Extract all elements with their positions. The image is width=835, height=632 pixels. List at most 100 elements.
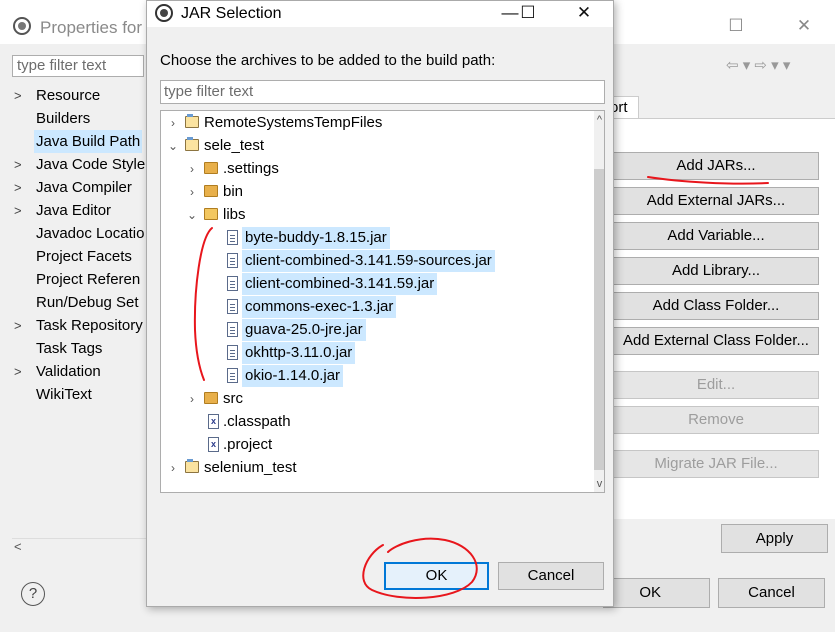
xml-file-icon: x xyxy=(208,437,219,452)
chevron-right-icon[interactable]: > xyxy=(14,84,28,107)
tree-node[interactable]: › src xyxy=(161,388,591,410)
chevron-right-icon[interactable]: > xyxy=(14,153,28,176)
tree-node[interactable]: ⌄ sele_test xyxy=(161,135,591,157)
category-item[interactable]: > Java Compiler xyxy=(14,176,149,199)
help-icon[interactable]: ? xyxy=(21,582,45,606)
tree-node[interactable]: byte-buddy-1.8.15.jar xyxy=(161,227,591,249)
chevron-right-icon[interactable]: › xyxy=(167,112,179,134)
category-item-label: Project Facets xyxy=(36,248,132,265)
properties-maximize-button[interactable]: ☐ xyxy=(722,16,750,36)
project-folder-icon xyxy=(185,459,199,473)
category-item[interactable]: > Java Editor xyxy=(14,199,149,222)
build-path-action-button[interactable]: Add Variable... xyxy=(613,222,819,250)
tree-node[interactable]: ⌄ libs xyxy=(161,204,591,226)
category-item[interactable]: Project Facets xyxy=(14,245,149,268)
category-item[interactable]: Run/Debug Set xyxy=(14,291,149,314)
category-item[interactable]: Task Tags xyxy=(14,337,149,360)
dialog-maximize-button[interactable]: ☐ xyxy=(511,3,545,23)
build-path-action-button[interactable]: Add JARs... xyxy=(613,152,819,180)
tree-node[interactable]: client-combined-3.141.59.jar xyxy=(161,273,591,295)
folder-icon xyxy=(204,185,218,197)
chevron-right-icon[interactable]: > xyxy=(14,314,28,337)
jar-file-icon xyxy=(227,299,238,314)
chevron-right-icon[interactable]: › xyxy=(186,181,198,203)
tree-node[interactable]: guava-25.0-jre.jar xyxy=(161,319,591,341)
category-item[interactable]: WikiText xyxy=(14,383,149,406)
tree-node-label: okhttp-3.11.0.jar xyxy=(242,342,356,364)
properties-filter-input[interactable]: type filter text xyxy=(12,55,144,77)
dialog-close-button[interactable]: ✕ xyxy=(567,3,601,23)
jar-selection-dialog: JAR Selection — ☐ ✕ Choose the archives … xyxy=(146,0,614,607)
nav-arrows[interactable]: ⇦ ▾ ⇨ ▾ ▾ xyxy=(726,56,790,74)
xml-file-icon: x xyxy=(208,414,219,429)
dialog-ok-button[interactable]: OK xyxy=(384,562,489,590)
build-path-action-button[interactable]: Edit... xyxy=(613,371,819,399)
build-path-action-button[interactable]: Add External Class Folder... xyxy=(613,327,819,355)
tree-node[interactable]: client-combined-3.141.59-sources.jar xyxy=(161,250,591,272)
category-item[interactable]: > Validation xyxy=(14,360,149,383)
tree-node-label: guava-25.0-jre.jar xyxy=(242,319,366,341)
dialog-titlebar: JAR Selection — ☐ ✕ xyxy=(147,1,613,27)
scroll-up-arrow-icon[interactable]: ^ xyxy=(594,114,604,126)
build-path-action-button[interactable]: Migrate JAR File... xyxy=(613,450,819,478)
dialog-filter-input[interactable]: type filter text xyxy=(160,80,605,104)
chevron-right-icon[interactable]: › xyxy=(186,158,198,180)
category-item-label: WikiText xyxy=(36,386,92,403)
properties-ok-button[interactable]: OK xyxy=(603,578,710,608)
category-item[interactable]: > Java Code Style xyxy=(14,153,149,176)
project-folder-icon xyxy=(185,114,199,128)
properties-category-tree: > Resource Builders Java Build Path > Java Co… xyxy=(14,84,149,406)
tree-vertical-scrollbar[interactable]: ^ v xyxy=(594,111,604,492)
tree-node[interactable]: okhttp-3.11.0.jar xyxy=(161,342,591,364)
tree-node-label: commons-exec-1.3.jar xyxy=(242,296,397,318)
category-item[interactable]: Javadoc Locatio xyxy=(14,222,149,245)
scroll-left-arrow-icon[interactable]: < xyxy=(14,539,22,554)
chevron-down-icon[interactable]: ⌄ xyxy=(167,135,179,157)
tree-node-label: RemoteSystemsTempFiles xyxy=(204,114,383,131)
tree-node[interactable]: x .classpath xyxy=(161,411,591,433)
chevron-right-icon[interactable]: › xyxy=(167,457,179,479)
build-path-action-button[interactable]: Add Class Folder... xyxy=(613,292,819,320)
build-path-action-button[interactable]: Add Library... xyxy=(613,257,819,285)
category-item-label: Task Repository xyxy=(36,317,143,334)
category-item-label: Java Build Path xyxy=(34,130,143,153)
category-item-label: Task Tags xyxy=(36,340,103,357)
chevron-right-icon[interactable]: > xyxy=(14,199,28,222)
tree-node-label: .project xyxy=(223,436,273,453)
build-path-action-button[interactable]: Remove xyxy=(613,406,819,434)
jar-file-icon xyxy=(227,345,238,360)
chevron-right-icon[interactable]: > xyxy=(14,360,28,383)
chevron-right-icon[interactable]: > xyxy=(14,176,28,199)
dialog-prompt: Choose the archives to be added to the b… xyxy=(160,52,496,69)
category-item[interactable]: Builders xyxy=(14,107,149,130)
category-item[interactable]: Project Referen xyxy=(14,268,149,291)
jar-file-icon xyxy=(227,322,238,337)
tree-node-label: libs xyxy=(223,206,246,223)
properties-close-button[interactable]: ✕ xyxy=(790,16,818,36)
scroll-down-arrow-icon[interactable]: v xyxy=(594,478,604,490)
category-item[interactable]: > Task Repository xyxy=(14,314,149,337)
dialog-cancel-button[interactable]: Cancel xyxy=(498,562,604,590)
properties-cancel-button[interactable]: Cancel xyxy=(718,578,825,608)
category-item-label: Java Code Style xyxy=(36,156,146,173)
apply-button[interactable]: Apply xyxy=(721,524,828,553)
tree-node[interactable]: › .settings xyxy=(161,158,591,180)
tree-node[interactable]: okio-1.14.0.jar xyxy=(161,365,591,387)
chevron-down-icon[interactable]: ⌄ xyxy=(186,204,198,226)
category-item-label: Javadoc Locatio xyxy=(36,225,145,242)
left-horizontal-scrollbar[interactable]: < xyxy=(12,538,148,557)
tree-node[interactable]: › RemoteSystemsTempFiles xyxy=(161,112,591,134)
tree-node[interactable]: › selenium_test xyxy=(161,457,591,479)
scrollbar-thumb[interactable] xyxy=(594,169,604,470)
folder-icon xyxy=(204,392,218,404)
category-item[interactable]: > Resource xyxy=(14,84,149,107)
category-item[interactable]: Java Build Path xyxy=(14,130,149,153)
chevron-right-icon[interactable]: › xyxy=(186,388,198,410)
workspace-tree[interactable]: › RemoteSystemsTempFiles ⌄ sele_test › .setti… xyxy=(160,110,605,493)
tree-node[interactable]: x .project xyxy=(161,434,591,456)
tree-node[interactable]: › bin xyxy=(161,181,591,203)
jar-file-icon xyxy=(227,276,238,291)
category-item-label: Run/Debug Set xyxy=(36,294,139,311)
build-path-action-button[interactable]: Add External JARs... xyxy=(613,187,819,215)
tree-node[interactable]: commons-exec-1.3.jar xyxy=(161,296,591,318)
